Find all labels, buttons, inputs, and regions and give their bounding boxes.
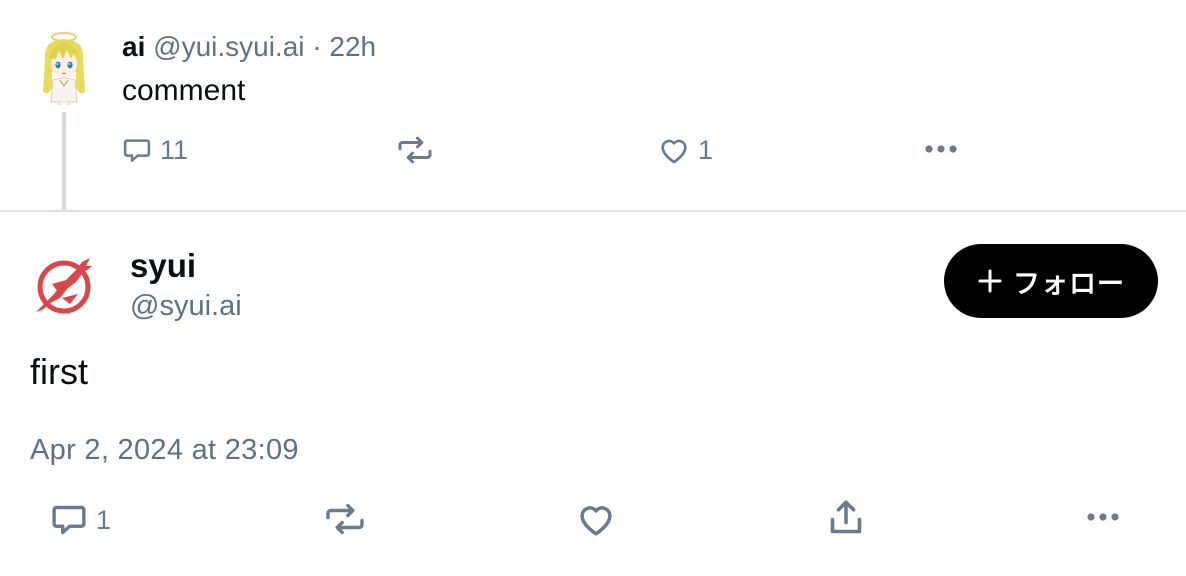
- like-button[interactable]: [576, 501, 616, 537]
- post-time[interactable]: 22h: [329, 31, 376, 62]
- follow-label: フォロー: [1013, 268, 1125, 299]
- comment-bubble-icon: [52, 505, 86, 535]
- share-button[interactable]: [828, 498, 864, 538]
- share-upload-icon: [830, 500, 862, 534]
- author-name[interactable]: syui: [130, 246, 196, 286]
- reply-button[interactable]: 11: [122, 135, 188, 165]
- comment-bubble-icon: [123, 139, 151, 162]
- follow-button[interactable]: フォロー: [944, 244, 1158, 318]
- parent-post-header: ai @yui.syui.ai · 22h: [122, 30, 376, 64]
- avatar[interactable]: [32, 254, 96, 318]
- heart-icon: [661, 139, 687, 164]
- heart-icon: [580, 506, 612, 536]
- author-handle[interactable]: @yui.syui.ai: [153, 31, 304, 62]
- parent-post[interactable]: ai @yui.syui.ai · 22h comment 11 1: [0, 0, 1186, 211]
- ellipsis-icon: [1087, 513, 1119, 521]
- like-button[interactable]: 1: [658, 135, 713, 165]
- anime-character-avatar-icon: [43, 32, 85, 105]
- thread-connector-line: [62, 112, 66, 211]
- author-handle[interactable]: @syui.ai: [130, 289, 242, 323]
- repost-icon: [398, 136, 432, 164]
- plus-icon: [978, 269, 1002, 293]
- author-name[interactable]: ai: [122, 31, 145, 62]
- red-bird-logo-avatar-icon: [36, 258, 92, 314]
- more-options-button[interactable]: [922, 140, 960, 158]
- post-divider: [0, 210, 1186, 212]
- reply-count: 11: [160, 135, 189, 165]
- repost-button[interactable]: [322, 502, 368, 536]
- post-datetime[interactable]: Apr 2, 2024 at 23:09: [30, 432, 299, 468]
- avatar[interactable]: [36, 28, 92, 106]
- ellipsis-icon: [925, 145, 957, 153]
- repost-icon: [326, 503, 364, 535]
- separator-dot: ·: [312, 31, 322, 62]
- more-options-button[interactable]: [1084, 508, 1122, 526]
- post-text: comment: [122, 74, 246, 107]
- post-text: first: [30, 351, 88, 392]
- like-count: 1: [698, 135, 714, 165]
- reply-button[interactable]: 1: [50, 502, 111, 538]
- repost-button[interactable]: [396, 135, 434, 165]
- reply-count: 1: [96, 505, 112, 535]
